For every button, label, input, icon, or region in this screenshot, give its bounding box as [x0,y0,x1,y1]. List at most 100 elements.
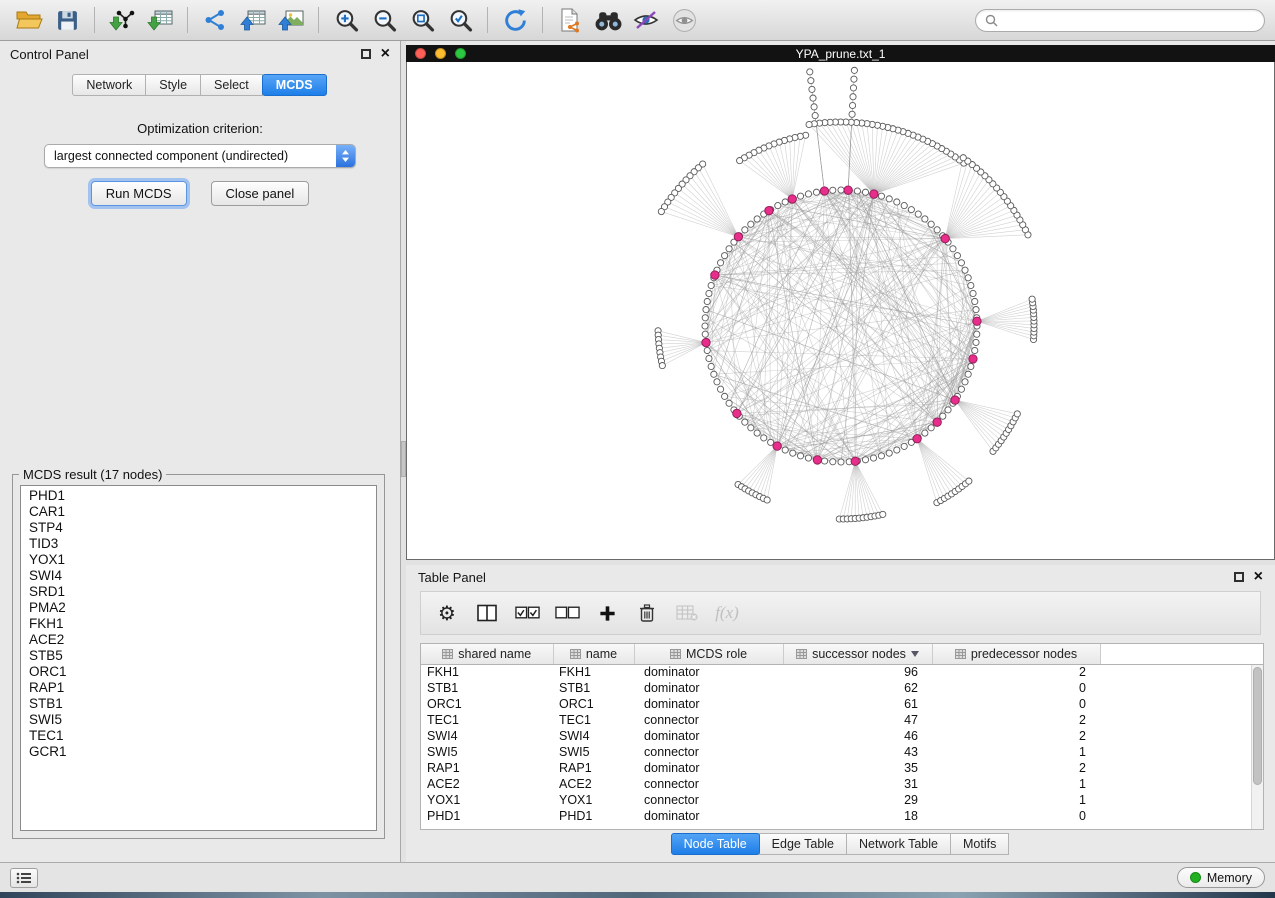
tab-mcds[interactable]: MCDS [262,74,327,96]
sort-chevron-icon [911,651,919,657]
apply-layout-button[interactable] [496,3,534,37]
column-header-mcds-role[interactable]: MCDS role [634,644,783,664]
result-item[interactable]: TEC1 [21,728,376,744]
export-network-button[interactable] [196,3,234,37]
result-item[interactable]: STP4 [21,520,376,536]
result-item[interactable]: SWI4 [21,568,376,584]
window-minimize-button[interactable] [435,48,446,59]
table-row[interactable]: SWI4SWI4dominator462 [421,728,1263,744]
table-row[interactable]: ACE2ACE2connector311 [421,776,1263,792]
table-row[interactable]: STB1STB1dominator620 [421,680,1263,696]
result-item[interactable]: CAR1 [21,504,376,520]
table-row[interactable]: RAP1RAP1dominator352 [421,760,1263,776]
function-builder-button[interactable]: f(x) [709,595,745,631]
tab-style[interactable]: Style [145,74,201,96]
result-item[interactable]: ORC1 [21,664,376,680]
run-mcds-button[interactable]: Run MCDS [91,181,187,206]
cell-role: dominator [634,680,783,696]
column-header-predecessor-nodes[interactable]: predecessor nodes [932,644,1100,664]
float-panel-icon[interactable] [361,49,371,59]
table-row[interactable]: SWI5SWI5connector431 [421,744,1263,760]
show-columns-button[interactable] [469,595,505,631]
mcds-result-list[interactable]: PHD1CAR1STP4TID3YOX1SWI4SRD1PMA2FKH1ACE2… [20,485,377,831]
cell-successors: 46 [783,728,932,744]
export-web-button[interactable] [551,3,589,37]
zoom-in-button[interactable] [327,3,365,37]
tab-network-table[interactable]: Network Table [846,833,951,855]
result-item[interactable]: STB5 [21,648,376,664]
cell-role: connector [634,712,783,728]
search-input[interactable] [1004,13,1255,27]
close-panel-icon[interactable]: × [381,48,390,60]
select-all-columns-button[interactable] [509,595,545,631]
zoom-fit-button[interactable] [403,3,441,37]
cell-filler [1100,728,1263,744]
memory-button[interactable]: Memory [1177,867,1265,888]
result-item[interactable]: RAP1 [21,680,376,696]
result-item[interactable]: GCR1 [21,744,376,760]
result-item[interactable]: PHD1 [21,488,376,504]
table-row[interactable]: PHD1PHD1dominator180 [421,808,1263,824]
table-settings-button[interactable]: ⚙ [429,595,465,631]
network-view[interactable] [406,62,1275,560]
tab-select[interactable]: Select [200,74,263,96]
scrollbar-thumb[interactable] [1253,667,1262,785]
zoom-out-icon [372,8,397,33]
tab-network[interactable]: Network [72,74,146,96]
find-button[interactable] [589,3,627,37]
table-row[interactable]: ORC1ORC1dominator610 [421,696,1263,712]
import-network-button[interactable] [103,3,141,37]
result-item[interactable]: YOX1 [21,552,376,568]
search-box[interactable] [975,9,1265,32]
delete-column-button[interactable] [629,595,665,631]
unchecked-boxes-icon [555,606,580,620]
result-item[interactable]: STB1 [21,696,376,712]
tab-edge-table[interactable]: Edge Table [759,833,847,855]
column-type-icon [796,649,807,659]
result-item[interactable]: PMA2 [21,600,376,616]
delete-table-button[interactable] [669,595,705,631]
window-maximize-button[interactable] [455,48,466,59]
list-menu-icon [16,872,32,884]
export-table-button[interactable] [234,3,272,37]
tab-node-table[interactable]: Node Table [671,833,760,855]
status-menu-button[interactable] [10,868,38,888]
result-item[interactable]: FKH1 [21,616,376,632]
close-panel-button[interactable]: Close panel [211,181,310,206]
create-column-button[interactable] [589,595,625,631]
cell-shared-name: ORC1 [421,696,553,712]
float-table-panel-icon[interactable] [1234,572,1244,582]
column-header-name[interactable]: name [553,644,634,664]
column-header-shared-name[interactable]: shared name [421,644,553,664]
result-item[interactable]: SRD1 [21,584,376,600]
function-icon: f(x) [715,603,739,623]
open-file-button[interactable] [10,3,48,37]
tab-motifs[interactable]: Motifs [950,833,1009,855]
show-hide-button[interactable] [665,3,703,37]
result-item[interactable]: TID3 [21,536,376,552]
column-header-successor-nodes[interactable]: successor nodes [783,644,932,664]
cell-successors: 31 [783,776,932,792]
graphics-details-button[interactable] [627,3,665,37]
cell-shared-name: SWI5 [421,744,553,760]
table-row[interactable]: TEC1TEC1connector472 [421,712,1263,728]
export-image-button[interactable] [272,3,310,37]
result-item[interactable]: SWI5 [21,712,376,728]
cell-role: connector [634,744,783,760]
close-table-panel-icon[interactable]: × [1254,571,1263,583]
table-row[interactable]: YOX1YOX1connector291 [421,792,1263,808]
save-session-button[interactable] [48,3,86,37]
zoom-selected-button[interactable] [441,3,479,37]
zoom-out-button[interactable] [365,3,403,37]
network-canvas[interactable] [407,62,1274,558]
cell-name: ACE2 [553,776,634,792]
network-titlebar[interactable]: YPA_prune.txt_1 [406,45,1275,62]
window-close-button[interactable] [415,48,426,59]
table-scrollbar[interactable] [1251,665,1263,829]
mcds-buttons-row: Run MCDS Close panel [0,181,400,206]
optimization-criterion-select[interactable]: largest connected component (undirected) [44,144,356,168]
unselect-all-columns-button[interactable] [549,595,585,631]
import-table-button[interactable] [141,3,179,37]
result-item[interactable]: ACE2 [21,632,376,648]
table-row[interactable]: FKH1FKH1dominator962 [421,664,1263,680]
